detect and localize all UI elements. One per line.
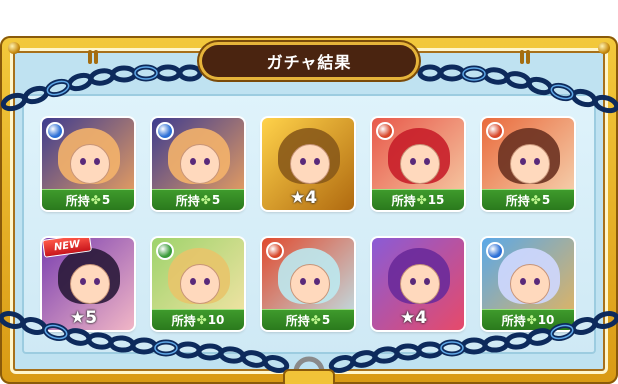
fire-element-icon — [376, 122, 394, 140]
fire-element-icon — [266, 242, 284, 260]
character-face — [400, 264, 440, 304]
clover-icon: ✤ — [416, 193, 427, 207]
clover-icon: ✤ — [530, 193, 541, 207]
owned-label: 所持 — [505, 193, 530, 208]
character-eye — [94, 158, 100, 165]
owned-count: 15 — [427, 193, 445, 207]
character-face — [290, 144, 330, 184]
character-face — [290, 264, 330, 304]
character-face — [510, 144, 550, 184]
character-eye — [94, 278, 100, 285]
title-plate: ガチャ結果 — [202, 45, 416, 77]
owned-count-bar: 所持 ✤ 5 — [152, 189, 244, 210]
character-eye — [534, 158, 540, 165]
owned-count-bar: 所持 ✤ 15 — [372, 189, 464, 210]
character-eye — [520, 278, 526, 285]
character-eye — [424, 278, 430, 285]
owned-label: 所持 — [65, 193, 90, 208]
water-element-icon — [156, 122, 174, 140]
water-element-icon — [46, 122, 64, 140]
character-eye — [190, 158, 196, 165]
rarity-star-label: ★4 — [290, 188, 318, 208]
bottom-chain — [0, 311, 618, 384]
owned-count: 5 — [101, 193, 111, 207]
character-face — [70, 264, 110, 304]
fire-element-icon — [486, 122, 504, 140]
bolt-icon — [598, 42, 610, 54]
water-element-icon — [486, 242, 504, 260]
clover-icon: ✤ — [200, 193, 211, 207]
character-eye — [190, 278, 196, 285]
gacha-result-screen: 所持 ✤ 5 所持 ✤ 5 ★4 所持 ✤ 15 所持 ✤ 5 ★5 NEW 所持 ✤ 10 所持 ✤ 5 ★4 所持 ✤ 10 — [0, 0, 618, 384]
character-eye — [204, 278, 210, 285]
result-card[interactable]: 所持 ✤ 5 — [482, 118, 574, 210]
padlock-icon — [283, 356, 335, 384]
character-face — [180, 264, 220, 304]
character-eye — [80, 278, 86, 285]
character-eye — [410, 158, 416, 165]
character-face — [70, 144, 110, 184]
character-eye — [410, 278, 416, 285]
owned-count: 5 — [211, 193, 221, 207]
owned-label: 所持 — [175, 193, 200, 208]
character-face — [400, 144, 440, 184]
wood-element-icon — [156, 242, 174, 260]
character-eye — [204, 158, 210, 165]
character-eye — [300, 278, 306, 285]
result-card[interactable]: 所持 ✤ 5 — [42, 118, 134, 210]
character-face — [510, 264, 550, 304]
result-card[interactable]: 所持 ✤ 5 — [152, 118, 244, 210]
character-face — [180, 144, 220, 184]
character-eye — [520, 158, 526, 165]
page-title: ガチャ結果 — [266, 53, 352, 72]
character-eye — [300, 158, 306, 165]
clover-icon: ✤ — [90, 193, 101, 207]
result-card[interactable]: 所持 ✤ 15 — [372, 118, 464, 210]
result-card[interactable]: ★4 — [262, 118, 354, 210]
character-eye — [314, 278, 320, 285]
owned-label: 所持 — [391, 193, 416, 208]
bolt-icon — [8, 42, 20, 54]
character-eye — [80, 158, 86, 165]
owned-count-bar: 所持 ✤ 5 — [482, 189, 574, 210]
owned-count: 5 — [541, 193, 551, 207]
character-eye — [314, 158, 320, 165]
owned-count-bar: 所持 ✤ 5 — [42, 189, 134, 210]
character-eye — [534, 278, 540, 285]
character-eye — [424, 158, 430, 165]
